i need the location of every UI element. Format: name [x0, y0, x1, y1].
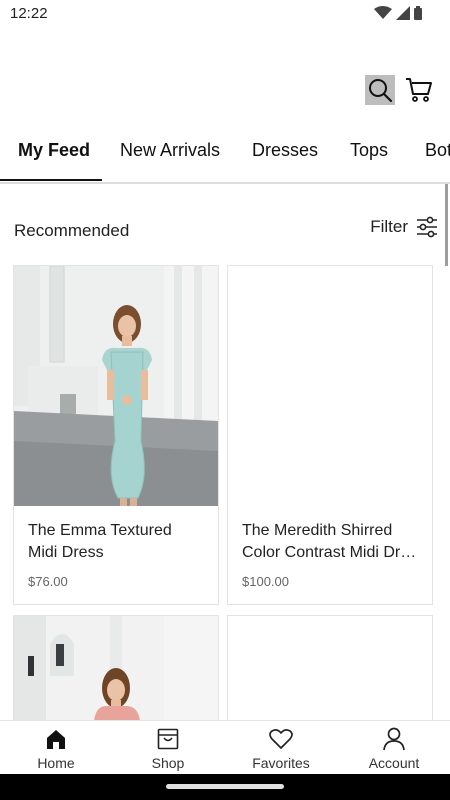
- tab-dresses[interactable]: Dresses: [252, 140, 318, 161]
- tab-bottoms[interactable]: Bot: [425, 140, 450, 161]
- product-image[interactable]: [228, 616, 432, 721]
- nav-shop-label: Shop: [151, 755, 185, 771]
- product-name-line2: Color Contrast Midi Dr…: [242, 544, 417, 561]
- active-tab-indicator: [0, 179, 102, 181]
- product-image[interactable]: [14, 616, 218, 721]
- tab-my-feed[interactable]: My Feed: [18, 140, 90, 161]
- search-icon: [369, 79, 393, 103]
- sliders-icon: [417, 216, 437, 238]
- filter-button[interactable]: Filter: [370, 216, 438, 238]
- woman-in-mint-midi-dress: [14, 266, 218, 506]
- product-name[interactable]: The Emma Textured Midi Dress: [28, 520, 208, 564]
- system-navigation-bar: [0, 774, 450, 800]
- signal-icon: [396, 6, 410, 20]
- product-card[interactable]: The Meredith Shirred Color Contrast Midi…: [227, 265, 433, 605]
- product-name-line2: Midi Dress: [28, 544, 104, 561]
- category-tabs: My Feed New Arrivals Dresses Tops Bot: [0, 128, 450, 182]
- product-price: $100.00: [242, 574, 289, 589]
- product-price: $76.00: [28, 574, 68, 589]
- section-header: Recommended Filter: [0, 212, 450, 252]
- nav-shop[interactable]: Shop: [112, 721, 224, 775]
- product-card[interactable]: [13, 615, 219, 721]
- product-image[interactable]: [228, 266, 432, 506]
- tab-tops[interactable]: Tops: [350, 140, 388, 161]
- nav-favorites-label: Favorites: [252, 755, 310, 771]
- product-card[interactable]: [227, 615, 433, 721]
- filter-label: Filter: [370, 217, 408, 236]
- cart-button[interactable]: [404, 75, 434, 105]
- battery-icon: [414, 6, 422, 20]
- nav-account[interactable]: Account: [338, 721, 450, 775]
- status-bar: 12:22: [0, 0, 450, 28]
- tabs-divider: [0, 182, 450, 184]
- nav-home[interactable]: Home: [0, 721, 112, 775]
- cart-icon: [406, 78, 432, 102]
- product-name-line1: The Emma Textured: [28, 522, 172, 539]
- home-gesture-handle[interactable]: [166, 784, 284, 789]
- status-icons: [374, 6, 422, 20]
- product-name-line1: The Meredith Shirred: [242, 522, 393, 539]
- top-bar: [0, 60, 450, 120]
- person-icon: [383, 727, 405, 751]
- nav-favorites[interactable]: Favorites: [225, 721, 337, 775]
- section-title: Recommended: [14, 221, 130, 240]
- status-time: 12:22: [10, 5, 48, 22]
- nav-home-label: Home: [37, 755, 75, 771]
- nav-account-label: Account: [368, 755, 420, 771]
- product-image[interactable]: [14, 266, 218, 506]
- heart-icon: [269, 727, 293, 751]
- home-icon: [45, 727, 67, 751]
- wifi-icon: [374, 6, 392, 19]
- bottom-navigation: Home Shop Favorites Account: [0, 720, 450, 775]
- product-card[interactable]: The Emma Textured Midi Dress $76.00: [13, 265, 219, 605]
- product-name[interactable]: The Meredith Shirred Color Contrast Midi…: [242, 520, 422, 564]
- shopping-bag-icon: [157, 727, 179, 751]
- woman-in-pink-top: [14, 616, 218, 721]
- search-button[interactable]: [365, 75, 395, 105]
- tab-new-arrivals[interactable]: New Arrivals: [120, 140, 220, 161]
